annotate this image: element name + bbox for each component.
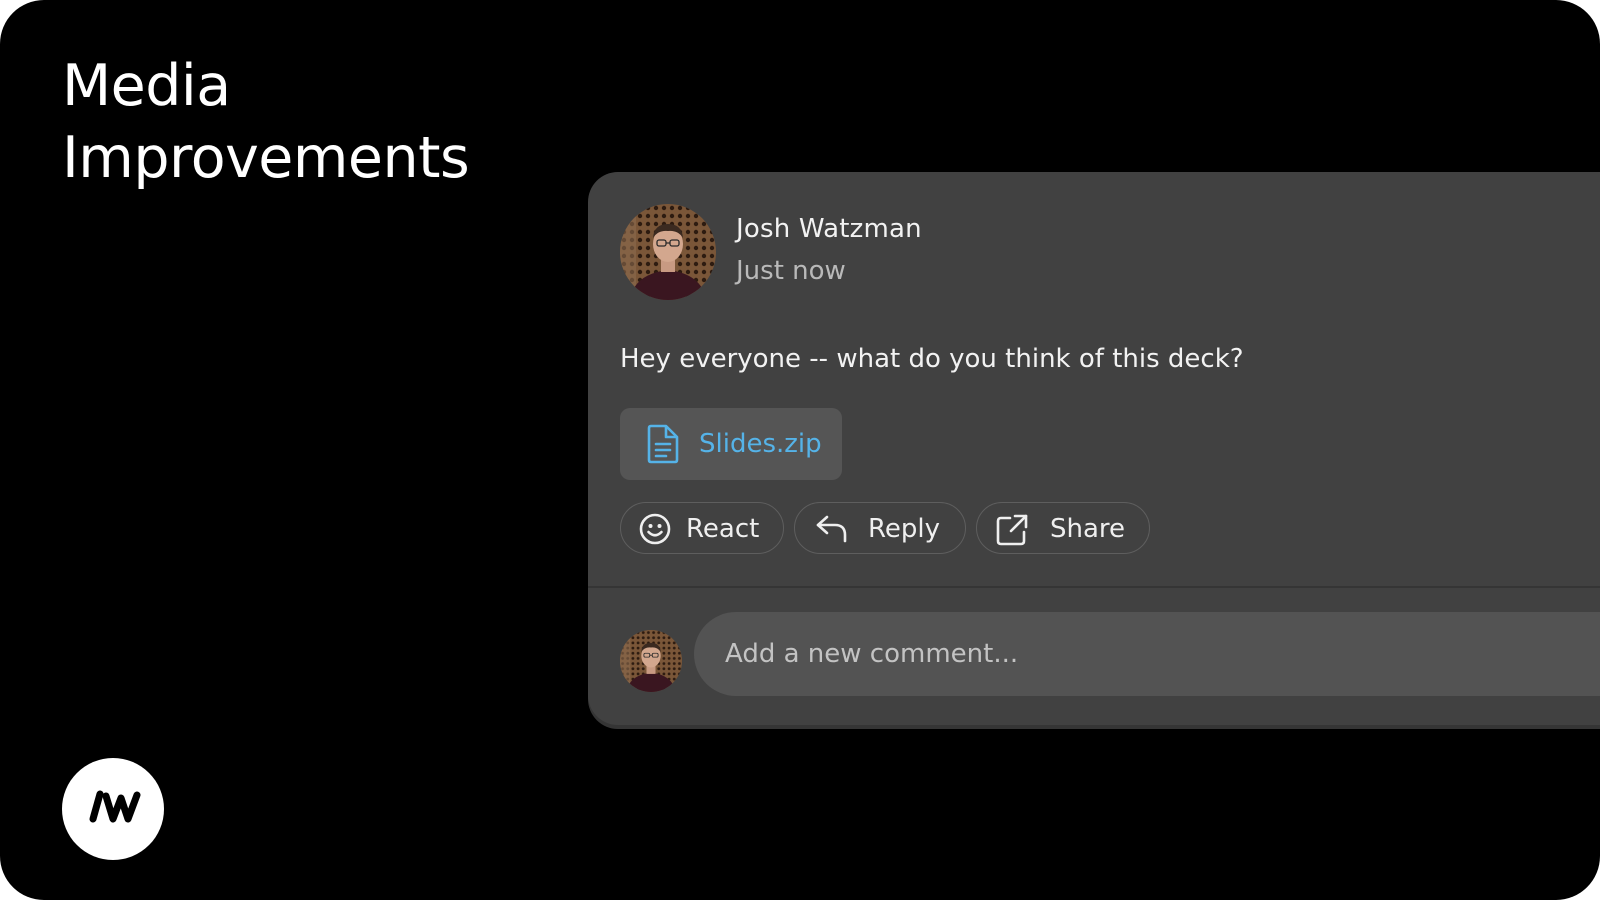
post-timestamp: Just now bbox=[736, 256, 846, 286]
document-icon bbox=[646, 424, 680, 469]
post-card: Josh Watzman Just now Hey everyone -- wh… bbox=[588, 172, 1600, 725]
slide-frame: Media Improvements /W bbox=[0, 0, 1600, 900]
share-button[interactable]: Share bbox=[976, 502, 1150, 554]
reply-label: Reply bbox=[868, 514, 941, 544]
brand-logo: /W bbox=[62, 758, 164, 860]
current-user-avatar bbox=[620, 630, 682, 692]
card-divider bbox=[588, 586, 1600, 588]
smiley-icon bbox=[639, 513, 671, 550]
slide-title: Media Improvements bbox=[62, 50, 470, 194]
author-avatar[interactable] bbox=[620, 204, 716, 300]
share-label: Share bbox=[1050, 514, 1126, 544]
brand-logo-mark: /W bbox=[89, 790, 141, 823]
current-user-avatar-image bbox=[620, 630, 682, 692]
reply-arrow-icon bbox=[815, 513, 849, 550]
react-button[interactable]: React bbox=[620, 502, 784, 554]
post-message: Hey everyone -- what do you think of thi… bbox=[620, 344, 1244, 374]
external-share-icon bbox=[995, 513, 1029, 552]
author-name[interactable]: Josh Watzman bbox=[736, 214, 922, 244]
slide-title-line-1: Media bbox=[62, 53, 231, 119]
reply-button[interactable]: Reply bbox=[794, 502, 966, 554]
react-label: React bbox=[686, 514, 760, 544]
attachment-chip[interactable]: Slides.zip bbox=[620, 408, 842, 480]
comment-input[interactable] bbox=[694, 612, 1600, 696]
attachment-file-name[interactable]: Slides.zip bbox=[699, 429, 822, 459]
author-avatar-image bbox=[620, 204, 716, 300]
slide-title-line-2: Improvements bbox=[62, 125, 470, 191]
